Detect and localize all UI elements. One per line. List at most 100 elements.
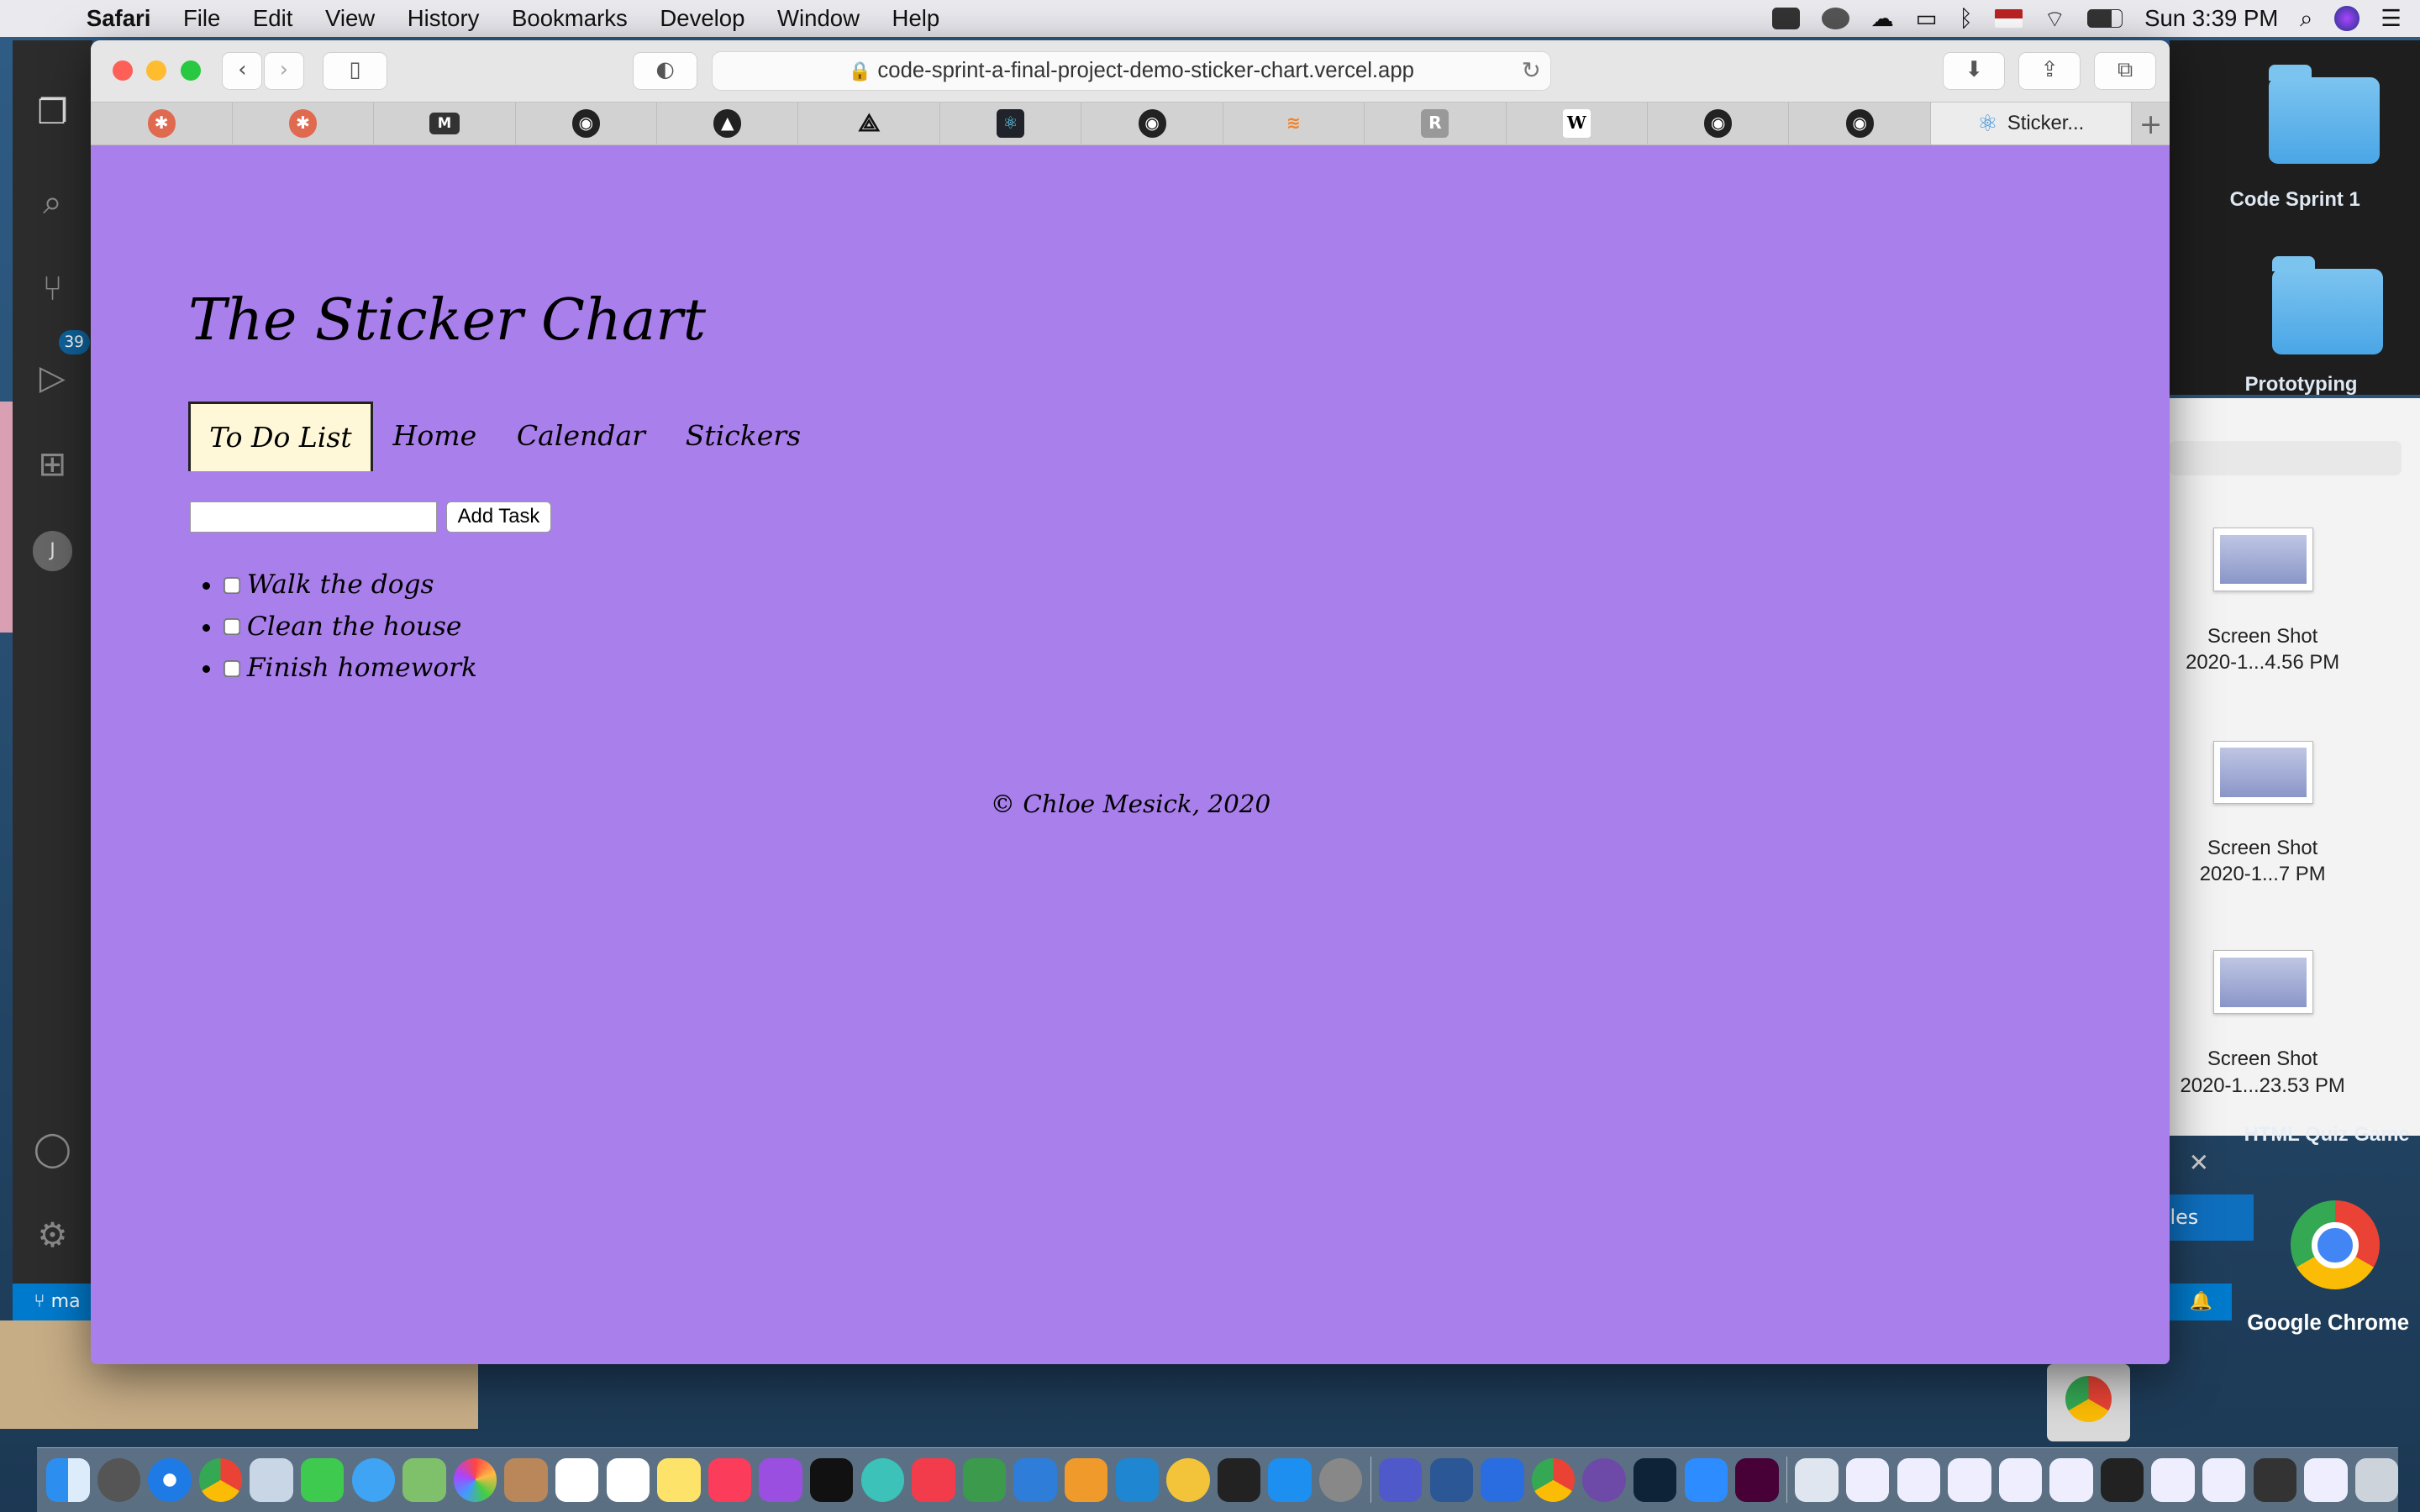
google-chrome-icon[interactable] xyxy=(2290,1200,2381,1290)
add-task-button[interactable]: Add Task xyxy=(445,501,552,533)
sidebar-toggle-icon[interactable]: ▯ xyxy=(322,52,387,90)
menu-history[interactable]: History xyxy=(408,5,480,32)
reminders-icon[interactable] xyxy=(606,1458,650,1502)
tab[interactable]: ✱ xyxy=(91,102,233,144)
tv-icon[interactable] xyxy=(810,1458,854,1502)
contacts-icon[interactable] xyxy=(504,1458,548,1502)
zoom-icon[interactable] xyxy=(1771,8,1800,29)
forward-button[interactable]: › xyxy=(264,52,304,90)
close-window-button[interactable] xyxy=(113,60,133,81)
downloads-icon[interactable]: ⬇ xyxy=(1943,52,2005,90)
document-thumbnail-icon[interactable] xyxy=(2100,1458,2144,1502)
folder-icon[interactable] xyxy=(2271,255,2383,355)
menu-view[interactable]: View xyxy=(325,5,375,32)
keynote-icon[interactable] xyxy=(1013,1458,1057,1502)
screenshot-label[interactable]: Screen Shot 2020-1...7 PM xyxy=(2170,835,2354,887)
us-flag-icon[interactable] xyxy=(1994,9,2023,29)
close-icon[interactable]: ✕ xyxy=(2188,1148,2209,1177)
task-checkbox[interactable] xyxy=(224,659,243,679)
nav-todo-list[interactable]: To Do List xyxy=(188,401,373,472)
document-thumbnail-icon[interactable] xyxy=(2202,1458,2246,1502)
airplay-icon[interactable]: ▭ xyxy=(1916,5,1938,32)
nav-home[interactable]: Home xyxy=(373,402,497,470)
nav-calendar[interactable]: Calendar xyxy=(497,402,666,470)
settings-gear-icon[interactable]: ⚙ xyxy=(33,1215,73,1256)
numbers-icon[interactable] xyxy=(962,1458,1007,1502)
document-thumbnail-icon[interactable] xyxy=(1948,1458,1991,1502)
document-thumbnail-icon[interactable] xyxy=(1897,1458,1940,1502)
downloads-stack-icon[interactable] xyxy=(1795,1458,1839,1502)
screenshot-label[interactable]: Screen Shot 2020-1...4.56 PM xyxy=(2170,623,2354,675)
tab[interactable]: ▲ xyxy=(657,102,799,144)
screenshot-thumbnail[interactable] xyxy=(2212,528,2314,591)
minimize-window-button[interactable] xyxy=(146,60,167,81)
extensions-icon[interactable]: ⊞ xyxy=(33,444,73,485)
tab-active[interactable]: ⚛ Sticker... xyxy=(1930,102,2132,144)
adobe-xd-icon[interactable] xyxy=(1735,1458,1779,1502)
notification-center-icon[interactable]: ☰ xyxy=(2381,5,2402,32)
document-thumbnail-icon[interactable] xyxy=(2049,1458,2093,1502)
screenshot-label[interactable]: Screen Shot 2020-1...23.53 PM xyxy=(2170,1046,2354,1098)
safari-icon[interactable] xyxy=(148,1458,192,1502)
json-icon[interactable]: J xyxy=(32,530,73,571)
trash-icon[interactable] xyxy=(2354,1458,2399,1502)
notes-icon[interactable] xyxy=(657,1458,701,1502)
tab[interactable]: ◉ xyxy=(1081,102,1223,144)
quiz-game-label[interactable]: HTML Quiz Game xyxy=(2244,1123,2410,1147)
bluetooth-app-icon[interactable] xyxy=(1481,1458,1524,1502)
photos-icon[interactable] xyxy=(453,1458,497,1502)
finder-icon[interactable] xyxy=(46,1458,90,1502)
document-thumbnail-icon[interactable] xyxy=(2253,1458,2297,1502)
news-icon[interactable] xyxy=(912,1458,955,1502)
address-bar[interactable]: 🔒 code-sprint-a-final-project-demo-sticke… xyxy=(711,50,1551,92)
tab[interactable]: ≋ xyxy=(1223,102,1365,144)
creative-cloud-icon[interactable] xyxy=(1821,8,1849,29)
clock[interactable]: Sun 3:39 PM xyxy=(2144,5,2278,32)
task-input[interactable] xyxy=(189,501,437,533)
tab[interactable]: ✱ xyxy=(233,102,375,144)
folder-label-code-sprint[interactable]: Code Sprint 1 xyxy=(2179,188,2411,212)
menu-file[interactable]: File xyxy=(183,5,220,32)
account-icon[interactable]: ◯ xyxy=(33,1129,73,1169)
podcasts-icon[interactable] xyxy=(759,1458,802,1502)
calendar-icon[interactable] xyxy=(555,1458,599,1502)
chrome-icon[interactable] xyxy=(198,1458,243,1502)
tab[interactable]: W xyxy=(1507,102,1648,144)
nav-stickers[interactable]: Stickers xyxy=(666,402,821,470)
tab[interactable]: M xyxy=(374,102,516,144)
back-button[interactable]: ‹ xyxy=(222,52,263,90)
facetime-icon[interactable] xyxy=(301,1458,345,1502)
run-debug-icon[interactable]: ▷ xyxy=(33,357,73,398)
vscode-icon[interactable] xyxy=(1115,1458,1159,1502)
bell-icon[interactable]: 🔔 xyxy=(2170,1284,2232,1321)
menu-edit[interactable]: Edit xyxy=(253,5,292,32)
screenshot-thumbnail[interactable] xyxy=(2212,740,2314,805)
siri-icon[interactable] xyxy=(2334,6,2360,31)
finder-search-field[interactable] xyxy=(2170,441,2402,475)
chrome-icon[interactable] xyxy=(1531,1458,1576,1502)
menu-develop[interactable]: Develop xyxy=(660,5,744,32)
search-icon[interactable]: ⌕ xyxy=(33,181,73,223)
photoshop-icon[interactable] xyxy=(1634,1458,1677,1502)
preview-icon[interactable] xyxy=(250,1458,293,1502)
messages-icon[interactable] xyxy=(351,1458,396,1502)
task-checkbox[interactable] xyxy=(224,618,243,638)
task-checkbox[interactable] xyxy=(224,576,243,596)
launchpad-icon[interactable] xyxy=(97,1458,141,1502)
source-control-icon[interactable]: ⑂ xyxy=(33,268,73,309)
tab[interactable]: ◉ xyxy=(1789,102,1931,144)
menu-help[interactable]: Help xyxy=(892,5,940,32)
system-preferences-icon[interactable] xyxy=(1318,1458,1363,1502)
tab[interactable]: ⟁ xyxy=(798,102,940,144)
reload-icon[interactable]: ↻ xyxy=(1522,52,1541,89)
folder-icon[interactable] xyxy=(2268,65,2381,164)
share-icon[interactable]: ⇪ xyxy=(2018,52,2081,90)
tab-overview-icon[interactable]: ⧉ xyxy=(2094,52,2156,90)
notification-button[interactable]: les xyxy=(2170,1194,2254,1241)
google-chrome-label[interactable]: Google Chrome xyxy=(2247,1311,2409,1336)
app-icon[interactable] xyxy=(860,1458,905,1502)
bluetooth-icon[interactable]: ᛒ xyxy=(1959,5,1973,32)
terminal-icon[interactable] xyxy=(1217,1458,1261,1502)
new-tab-button[interactable]: + xyxy=(2132,102,2170,144)
spotlight-search-icon[interactable]: ⌕ xyxy=(2300,5,2312,33)
